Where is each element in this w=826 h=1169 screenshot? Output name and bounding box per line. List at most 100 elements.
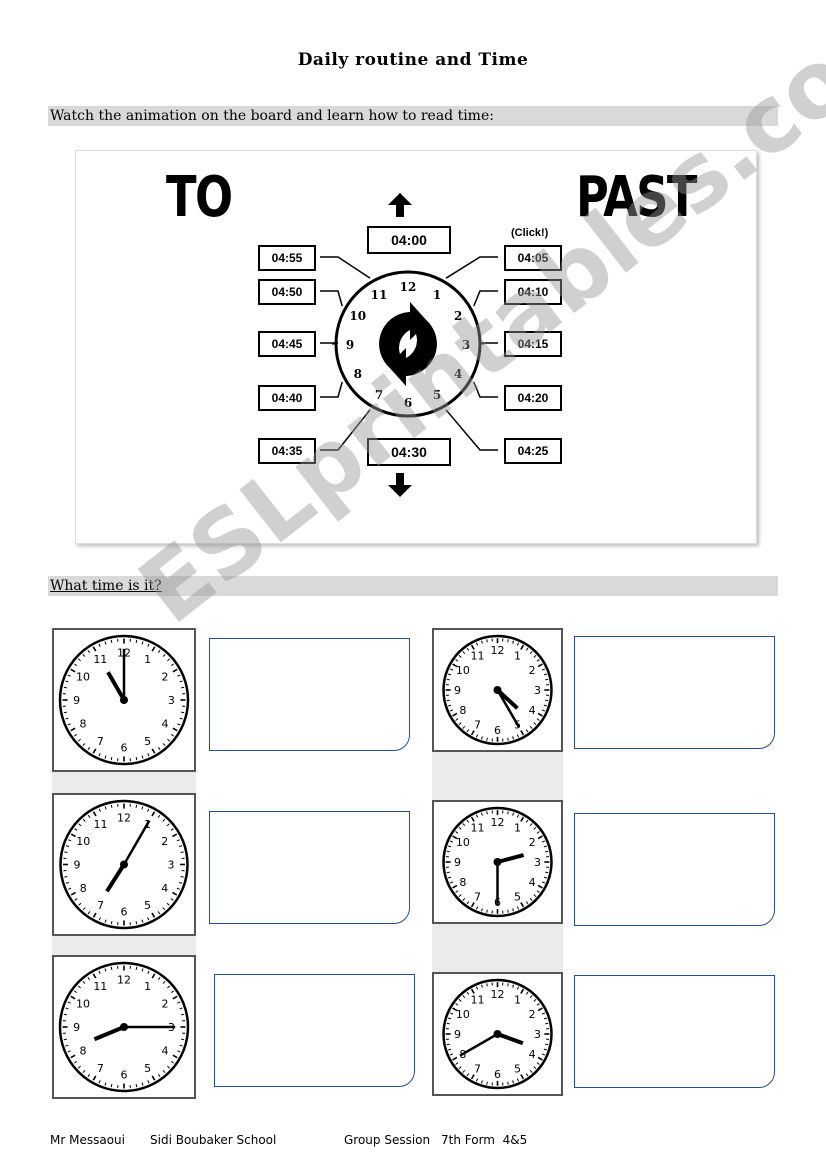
clock-number: 12: [491, 644, 505, 657]
clock-number: 6: [121, 741, 128, 754]
clock-number: 5: [514, 1063, 521, 1076]
time-diagram: TO PAST (Click!) 12 1 2 3 4 5 6 7 8 9 10 11 04:00 0…: [75, 150, 757, 544]
diagram-number: 3: [462, 338, 470, 352]
clock-number: 4: [529, 704, 536, 717]
time-box-to: 04:40: [258, 385, 316, 411]
diagram-number: 2: [454, 309, 462, 323]
clock-number: 2: [529, 1008, 536, 1021]
connector-line: [320, 290, 343, 307]
clock-number: 5: [144, 735, 151, 748]
clock-number: 2: [162, 997, 169, 1010]
diagram-number: 9: [346, 338, 354, 352]
diagram-number: 4: [454, 367, 462, 381]
clock-image: 123456789101112: [432, 972, 563, 1096]
connector-line: [320, 342, 339, 345]
clock-number: 12: [117, 812, 131, 825]
clock-number: 1: [514, 993, 521, 1006]
answer-box[interactable]: [209, 811, 410, 924]
answer-box[interactable]: [574, 813, 775, 926]
clock-number: 8: [459, 876, 466, 889]
clock-number: 7: [474, 1063, 481, 1076]
clock-number: 9: [74, 859, 81, 872]
clock-number: 3: [534, 1028, 541, 1041]
clock-number: 4: [529, 1048, 536, 1061]
clock-number: 9: [73, 694, 80, 707]
time-box-to: 04:55: [258, 245, 316, 271]
connector-line: [320, 409, 371, 451]
clock-number: 10: [456, 1008, 470, 1021]
clock-number: 7: [474, 719, 481, 732]
clock-number: 2: [161, 835, 168, 848]
clock-number: 1: [514, 649, 521, 662]
diagram-number: 8: [354, 367, 362, 381]
clock-image: 123456789101112: [52, 628, 196, 772]
answer-box[interactable]: [209, 638, 410, 751]
time-box-past: 04:10: [504, 279, 562, 305]
clock-number: 11: [94, 818, 108, 831]
clock-number: 12: [491, 988, 505, 1001]
diagram-number: 7: [375, 388, 383, 402]
clock-number: 9: [454, 856, 461, 869]
clock-number: 7: [474, 891, 481, 904]
clock-face-diagram: 12 12 3 45 6 78 9 10 11: [320, 193, 498, 497]
clock-number: 6: [494, 1068, 501, 1081]
clock-number: 9: [454, 1028, 461, 1041]
section-question-bar: What time is it?: [48, 576, 778, 596]
connector-line: [445, 409, 498, 451]
answer-box[interactable]: [574, 636, 775, 749]
diagram-number: 5: [433, 388, 441, 402]
connector-line: [445, 256, 498, 279]
arrow-down-icon: [388, 473, 412, 497]
time-box-bottom: 04:30: [367, 438, 451, 466]
time-box-to: 04:35: [258, 438, 316, 464]
clock-number: 4: [162, 718, 169, 731]
time-box-past: 04:15: [504, 331, 562, 357]
time-box-to: 04:50: [258, 279, 316, 305]
clock-number: 10: [76, 670, 90, 683]
clock-number: 2: [529, 664, 536, 677]
clock-number: 3: [168, 694, 175, 707]
clock-number: 2: [162, 670, 169, 683]
clock-number: 5: [144, 1062, 151, 1075]
footer-school: Sidi Boubaker School: [150, 1133, 277, 1147]
divider: [432, 924, 563, 972]
clock-number: 4: [529, 876, 536, 889]
clock-number: 11: [93, 980, 107, 993]
time-box-to: 04:45: [258, 331, 316, 357]
clock-number: 3: [534, 856, 541, 869]
connector-line: [320, 256, 371, 279]
diagram-number: 6: [404, 396, 412, 410]
section-question: What time is it?: [50, 578, 162, 594]
worksheet-page: Daily routine and Time Watch the animati…: [0, 0, 826, 1169]
clock-number: 5: [514, 891, 521, 904]
clock-number: 4: [162, 1045, 169, 1058]
divider: [52, 936, 196, 955]
clock-image: 123456789101112: [432, 800, 563, 924]
clock-number: 11: [471, 649, 485, 662]
answer-box[interactable]: [574, 975, 775, 1088]
connector-line: [473, 290, 498, 307]
answer-box[interactable]: [214, 974, 415, 1087]
clock-number: 10: [76, 835, 90, 848]
clock-number: 12: [117, 974, 131, 987]
clock-image: 123456789101112: [52, 793, 196, 936]
clock-number: 8: [79, 1045, 86, 1058]
clock-number: 10: [76, 997, 90, 1010]
clock-number: 1: [144, 980, 151, 993]
diagram-number: 10: [349, 309, 366, 323]
diagram-number: 1: [433, 288, 441, 302]
clock-number: 7: [97, 1062, 104, 1075]
clock-number: 3: [534, 684, 541, 697]
clock-number: 7: [97, 899, 104, 912]
footer-form: 7th Form 4&5: [441, 1133, 528, 1147]
clock-number: 3: [167, 859, 174, 872]
connector-line: [479, 342, 498, 345]
divider: [52, 772, 196, 793]
clock-number: 1: [144, 653, 151, 666]
diagram-number: 12: [400, 280, 417, 294]
time-box-top: 04:00: [367, 226, 451, 254]
clock-number: 6: [494, 724, 501, 737]
time-box-past: 04:25: [504, 438, 562, 464]
clock-number: 7: [97, 735, 104, 748]
section-instruction: Watch the animation on the board and lea…: [48, 106, 778, 126]
